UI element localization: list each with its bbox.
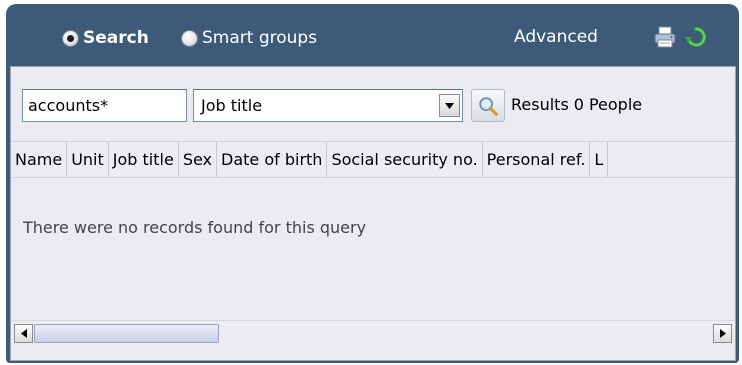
- horizontal-scrollbar[interactable]: [11, 320, 735, 345]
- search-content: Job title Results0People Name Unit Job t…: [10, 66, 736, 361]
- scroll-right-icon[interactable]: [713, 324, 732, 343]
- scrollbar-thumb[interactable]: [34, 324, 219, 343]
- panel-header: Search Smart groups Advanced: [6, 4, 739, 64]
- advanced-link[interactable]: Advanced: [514, 27, 598, 47]
- search-button[interactable]: [471, 89, 505, 122]
- search-panel: Search Smart groups Advanced accounts* J…: [6, 4, 739, 363]
- field-select[interactable]: Job title: [193, 89, 463, 122]
- magnifier-icon: [479, 96, 498, 116]
- column-header[interactable]: Job title: [109, 142, 179, 177]
- results-summary: Results 0 People: [511, 95, 647, 114]
- search-radio-label[interactable]: Search: [83, 28, 149, 48]
- search-radio-group[interactable]: Search: [62, 26, 149, 50]
- scroll-left-icon[interactable]: [14, 324, 33, 343]
- search-radio[interactable]: [62, 29, 79, 47]
- results-count: 0: [573, 95, 584, 114]
- chevron-down-icon[interactable]: [439, 94, 460, 117]
- print-icon[interactable]: [653, 25, 677, 49]
- smart-groups-radio[interactable]: [181, 29, 198, 47]
- column-header[interactable]: Personal ref.: [483, 142, 591, 177]
- search-input[interactable]: [22, 89, 187, 122]
- results-unit: People: [588, 95, 643, 114]
- results-label: Results: [511, 95, 569, 114]
- empty-message: There were no records found for this que…: [23, 218, 367, 237]
- column-header[interactable]: Name: [11, 142, 68, 177]
- smart-groups-radio-group[interactable]: Smart groups: [181, 26, 317, 50]
- refresh-icon[interactable]: [684, 25, 708, 49]
- field-select-value: Job title: [201, 96, 263, 115]
- column-header[interactable]: L: [590, 142, 609, 177]
- column-header[interactable]: Unit: [67, 142, 109, 177]
- column-header[interactable]: Sex: [179, 142, 217, 177]
- column-header[interactable]: Date of birth: [217, 142, 328, 177]
- smart-groups-radio-label[interactable]: Smart groups: [202, 28, 317, 48]
- column-header[interactable]: Social security no.: [327, 142, 483, 177]
- table-header: Name Unit Job title Sex Date of birth So…: [11, 141, 735, 178]
